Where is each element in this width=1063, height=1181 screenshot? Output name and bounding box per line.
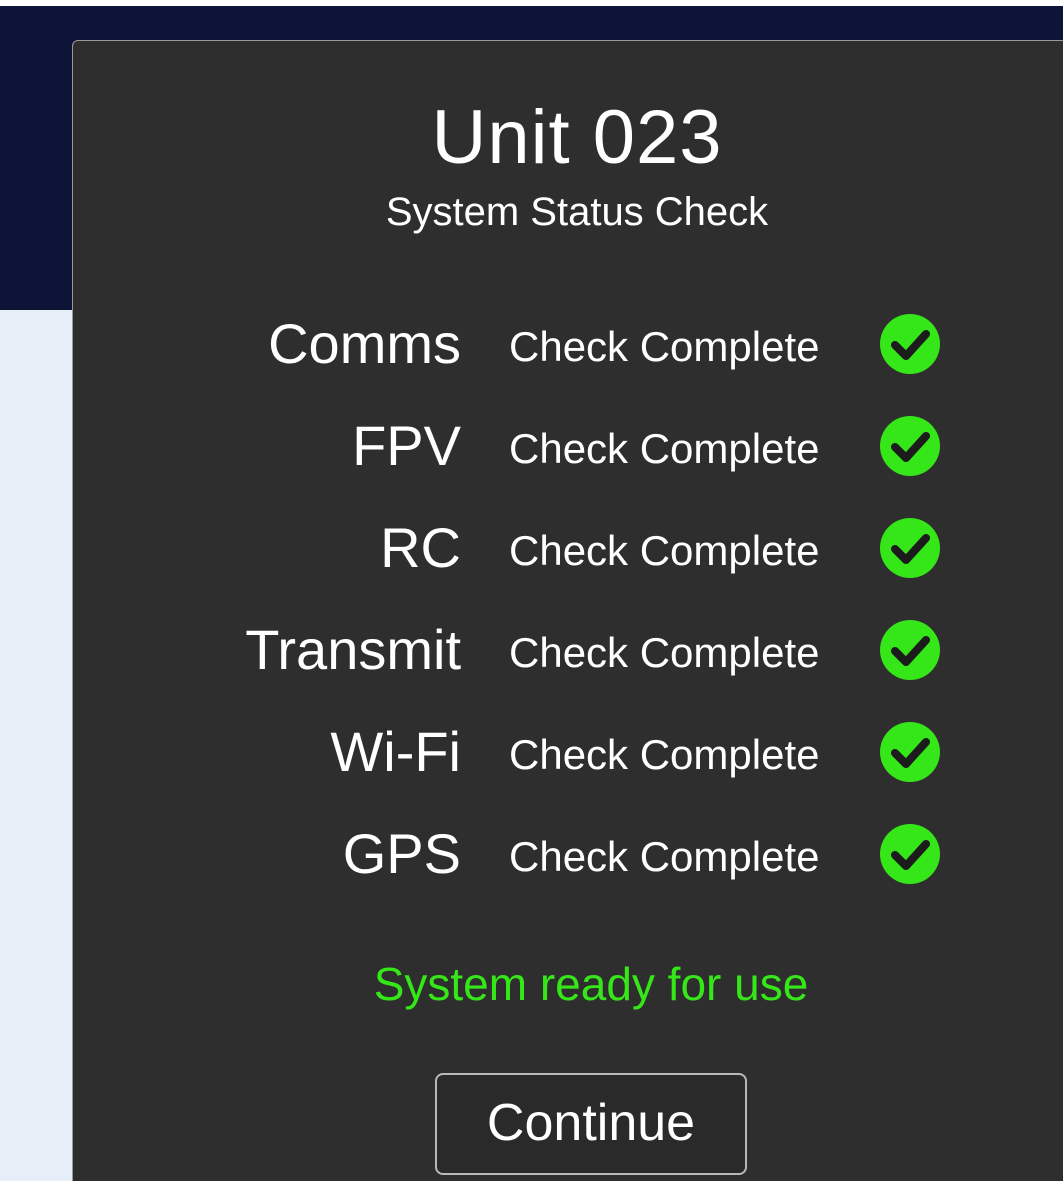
check-row-wifi: Wi-Fi Check Complete (73, 719, 1063, 821)
status-check-list: Comms Check Complete FPV Check Complete … (73, 311, 1063, 923)
check-name: GPS (342, 822, 461, 885)
check-name: Comms (268, 312, 461, 375)
check-row-gps: GPS Check Complete (73, 821, 1063, 923)
check-name: Wi-Fi (330, 720, 461, 783)
check-row-transmit: Transmit Check Complete (73, 617, 1063, 719)
check-status: Check Complete (509, 629, 820, 676)
continue-button[interactable]: Continue (435, 1073, 747, 1175)
check-circle-icon (880, 620, 940, 680)
check-row-comms: Comms Check Complete (73, 311, 1063, 413)
dialog-subtitle: System Status Check (385, 190, 769, 234)
check-status: Check Complete (509, 425, 820, 472)
check-status: Check Complete (509, 323, 820, 370)
check-name: FPV (352, 414, 461, 477)
page: Unit 023 System Status Check Comms Check… (0, 0, 1063, 1181)
check-circle-icon (880, 824, 940, 884)
check-circle-icon (880, 722, 940, 782)
check-row-rc: RC Check Complete (73, 515, 1063, 617)
check-row-fpv: FPV Check Complete (73, 413, 1063, 515)
dialog-title: Unit 023 (431, 95, 723, 180)
status-check-dialog: Unit 023 System Status Check Comms Check… (72, 40, 1063, 1181)
check-name: Transmit (245, 618, 461, 681)
check-status: Check Complete (509, 731, 820, 778)
check-status: Check Complete (509, 527, 820, 574)
check-name: RC (380, 516, 461, 579)
check-status: Check Complete (509, 833, 820, 880)
check-circle-icon (880, 518, 940, 578)
check-circle-icon (880, 416, 940, 476)
ready-message: System ready for use (373, 958, 809, 1010)
check-circle-icon (880, 314, 940, 374)
